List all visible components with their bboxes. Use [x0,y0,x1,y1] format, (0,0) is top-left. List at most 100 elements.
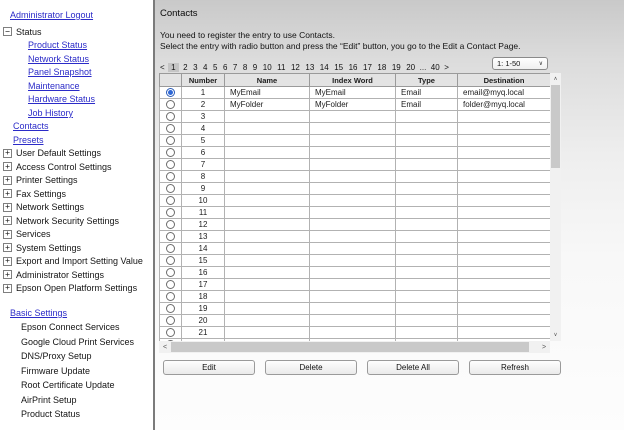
row-radio-button[interactable] [166,292,175,301]
delete-all-button[interactable]: Delete All [367,360,459,375]
pagination-page-13[interactable]: 13 [304,63,315,72]
row-radio-button[interactable] [166,124,175,133]
sidebar-link-product-status[interactable]: Product Status [28,40,87,50]
sidebar-item-firmware-update[interactable]: Firmware Update [10,364,153,379]
sidebar-item-dns-proxy-setup[interactable]: DNS/Proxy Setup [10,349,153,364]
sidebar-link-basic-settings[interactable]: Basic Settings [10,308,67,318]
pagination-page-9[interactable]: 9 [252,63,258,72]
sidebar-link-network-status[interactable]: Network Status [28,54,89,64]
sidebar-item-product-status[interactable]: Product Status [10,407,153,422]
row-radio-button[interactable] [166,232,175,241]
pagination-page-6[interactable]: 6 [222,63,228,72]
row-radio-button[interactable] [166,244,175,253]
row-radio-button[interactable] [166,196,175,205]
sidebar-link-job-history[interactable]: Job History [28,108,73,118]
table-row: 20 [160,315,551,327]
delete-button[interactable]: Delete [265,360,357,375]
expand-icon[interactable]: + [3,176,12,185]
vertical-scrollbar[interactable]: ∧ ∨ [550,73,561,341]
row-radio-button[interactable] [166,328,175,337]
row-radio-button[interactable] [166,148,175,157]
sidebar-item-contacts: Contacts [0,120,153,134]
expand-icon[interactable]: + [3,243,12,252]
horizontal-scrollbar-track[interactable] [529,341,538,353]
pagination-page-11[interactable]: 11 [276,63,286,72]
cell-select [160,315,182,327]
pagination-next[interactable]: > [444,63,449,72]
pagination-page-40[interactable]: 40 [430,63,441,72]
expand-icon[interactable]: + [3,203,12,212]
sidebar-link-presets[interactable]: Presets [13,135,44,145]
horizontal-scrollbar[interactable]: < > [159,341,550,353]
pagination-page-16[interactable]: 16 [348,63,359,72]
row-radio-button[interactable] [166,112,175,121]
vertical-scrollbar-track[interactable] [550,168,561,329]
cell-destination [458,291,551,303]
pagination-page-4[interactable]: 4 [202,63,208,72]
pagination-page-18[interactable]: 18 [376,63,387,72]
expand-icon[interactable]: + [3,257,12,266]
pagination-page-17[interactable]: 17 [362,63,373,72]
range-dropdown[interactable]: 1: 1-50 ∨ [492,57,548,70]
horizontal-scrollbar-thumb[interactable] [171,342,529,352]
sidebar-item-root-certificate-update[interactable]: Root Certificate Update [10,378,153,393]
cell-select [160,279,182,291]
pagination-page-7[interactable]: 7 [232,63,238,72]
sidebar-link-panel-snapshot[interactable]: Panel Snapshot [28,67,92,77]
cell-index-word [310,147,396,159]
row-radio-button[interactable] [166,100,175,109]
sidebar-link-contacts[interactable]: Contacts [13,121,49,131]
vertical-scrollbar-thumb[interactable] [551,85,560,168]
row-radio-button[interactable] [166,136,175,145]
row-radio-button[interactable] [166,256,175,265]
pagination-page-14[interactable]: 14 [319,63,330,72]
pagination-page-2[interactable]: 2 [182,63,188,72]
expand-icon[interactable]: + [3,189,12,198]
pagination-page-1[interactable]: 1 [168,63,178,72]
table-row: 8 [160,171,551,183]
pagination-page-20[interactable]: 20 [405,63,416,72]
expand-icon[interactable]: + [3,230,12,239]
row-radio-button[interactable] [166,316,175,325]
cell-select [160,327,182,339]
row-radio-button[interactable] [166,220,175,229]
cell-destination [458,171,551,183]
refresh-button[interactable]: Refresh [469,360,561,375]
pagination-page-15[interactable]: 15 [333,63,344,72]
collapse-icon[interactable]: − [3,27,12,36]
edit-button[interactable]: Edit [163,360,255,375]
sidebar-link-maintenance[interactable]: Maintenance [28,81,80,91]
scroll-right-icon[interactable]: > [538,341,550,353]
sidebar-link-administrator-logout[interactable]: Administrator Logout [10,10,93,20]
pagination-page-5[interactable]: 5 [212,63,218,72]
sidebar-link-hardware-status[interactable]: Hardware Status [28,94,95,104]
expand-icon[interactable]: + [3,149,12,158]
row-radio-button[interactable] [166,88,175,97]
cell-name [225,267,310,279]
sidebar-item-epson-connect-services[interactable]: Epson Connect Services [10,320,153,335]
row-radio-button[interactable] [166,304,175,313]
scroll-up-icon[interactable]: ∧ [550,73,561,85]
pagination-page-10[interactable]: 10 [262,63,273,72]
pagination-page-3[interactable]: 3 [192,63,198,72]
sidebar-item-airprint-setup[interactable]: AirPrint Setup [10,393,153,408]
pagination-prev[interactable]: < [160,63,165,72]
pagination-page-8[interactable]: 8 [242,63,248,72]
sidebar-item-google-cloud-print-services[interactable]: Google Cloud Print Services [10,335,153,350]
scroll-down-icon[interactable]: ∨ [550,329,561,341]
expand-icon[interactable]: + [3,270,12,279]
expand-icon[interactable]: + [3,216,12,225]
row-radio-button[interactable] [166,160,175,169]
expand-icon[interactable]: + [3,162,12,171]
row-radio-button[interactable] [166,268,175,277]
table-row: 4 [160,123,551,135]
row-radio-button[interactable] [166,172,175,181]
expand-icon[interactable]: + [3,284,12,293]
row-radio-button[interactable] [166,184,175,193]
row-radio-button[interactable] [166,340,175,341]
scroll-left-icon[interactable]: < [159,341,171,353]
row-radio-button[interactable] [166,280,175,289]
row-radio-button[interactable] [166,208,175,217]
pagination-page-19[interactable]: 19 [391,63,402,72]
pagination-page-12[interactable]: 12 [290,63,301,72]
